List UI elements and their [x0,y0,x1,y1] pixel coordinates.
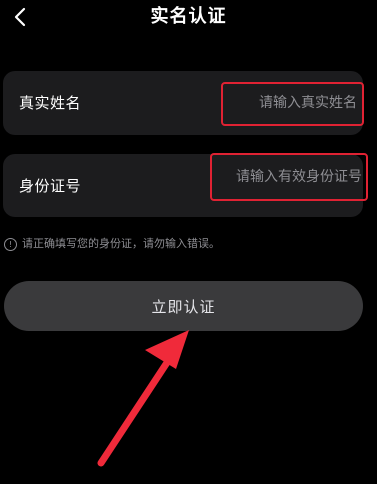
name-field-card: 真实姓名 [3,71,363,135]
id-field-label: 身份证号 [19,177,82,195]
id-number-input[interactable] [213,154,368,200]
info-icon: ! [4,237,17,251]
name-field-label: 真实姓名 [19,94,82,112]
page-title: 实名认证 [150,6,227,27]
id-field-card: 身份证号 [3,154,368,217]
notice: ! 请正确填写您的身份证，请勿输入错误。 [4,236,220,252]
header-bar: 实名认证 [0,0,377,34]
notice-text: 请正确填写您的身份证，请勿输入错误。 [22,237,220,250]
name-input[interactable] [223,82,363,124]
verify-now-button[interactable]: 立即认证 [4,281,363,331]
